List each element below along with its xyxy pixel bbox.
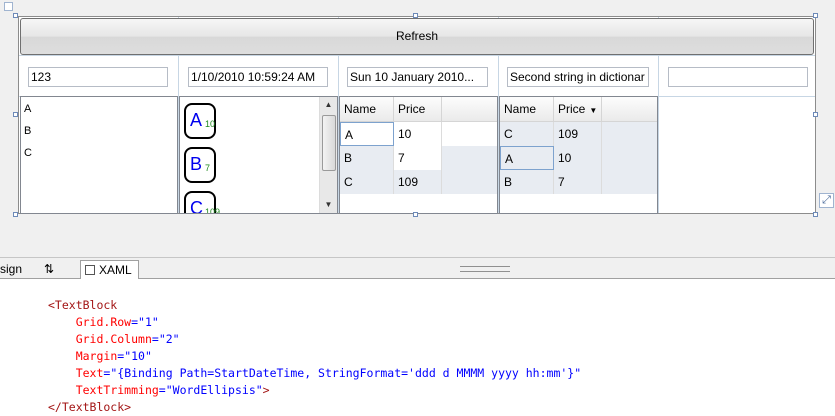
scroll-thumb[interactable] — [322, 115, 336, 171]
table-cell[interactable]: 7 — [394, 146, 442, 170]
table-row[interactable]: A 10 — [340, 122, 497, 146]
code-attr-name: Grid.Column — [75, 332, 152, 346]
textbox-datetime[interactable]: 1/10/2010 10:59:24 AM — [188, 67, 328, 87]
view-tab-bar: sign ⇅ XAML — [0, 257, 835, 279]
column-header-name[interactable]: Name — [500, 97, 554, 121]
column-header-price-label: Price — [558, 102, 586, 116]
table-cell[interactable]: 7 — [554, 170, 602, 194]
resize-handle-icon[interactable] — [813, 13, 818, 18]
resize-handle-icon[interactable] — [13, 212, 18, 217]
list-item[interactable]: B — [24, 125, 31, 137]
table-cell[interactable]: B — [500, 170, 554, 194]
design-surface: Refresh 123 1/10/2010 10:59:24 AM Sun 10… — [0, 0, 835, 257]
resize-handle-icon[interactable] — [13, 13, 18, 18]
tab-design[interactable]: sign — [0, 260, 22, 278]
list-item[interactable]: B 7 — [184, 147, 216, 183]
table-cell[interactable]: B — [340, 146, 394, 170]
textbox-formatted-date[interactable]: Sun 10 January 2010... — [347, 67, 488, 87]
code-attr-value: "1" — [138, 315, 159, 329]
code-attr-value: "{Binding Path=StartDateTime, StringForm… — [110, 366, 582, 380]
sort-descending-icon: ▼ — [589, 106, 598, 115]
card-letter: C — [190, 198, 203, 214]
textbox-number[interactable]: 123 — [28, 67, 168, 87]
list-item[interactable]: A 10 — [184, 103, 216, 139]
table-cell[interactable]: 10 — [554, 146, 602, 170]
refresh-button[interactable]: Refresh — [20, 18, 814, 55]
table-row[interactable]: B 7 — [340, 146, 497, 170]
column-header-price[interactable]: Price — [394, 97, 442, 121]
table-row[interactable]: C 109 — [500, 122, 657, 146]
code-attr-name: Margin — [75, 349, 118, 363]
datagrid-unsorted[interactable]: Name Price A 10 B 7 C 109 — [339, 96, 498, 214]
tab-xaml[interactable]: XAML — [80, 260, 139, 279]
table-cell[interactable]: A — [340, 122, 394, 146]
expand-icon[interactable]: ⤢ — [819, 193, 834, 208]
tab-xaml-label: XAML — [99, 263, 132, 277]
code-attr-name: Grid.Row — [75, 315, 132, 329]
textbox-dictionary-string[interactable]: Second string in dictionar — [507, 67, 649, 87]
move-handle-icon[interactable] — [4, 2, 13, 11]
scroll-up-icon[interactable]: ▲ — [320, 97, 337, 113]
code-attr-value: "WordEllipsis" — [165, 383, 263, 397]
resize-handle-icon[interactable] — [813, 212, 818, 217]
resize-handle-icon[interactable] — [413, 13, 418, 18]
code-close-tag: </TextBlock> — [48, 400, 132, 414]
cards-listbox[interactable]: A 10 B 7 C 109 ▲ ▼ — [179, 96, 338, 214]
table-cell[interactable]: 10 — [394, 122, 442, 146]
code-open-tag: <TextBlock — [48, 298, 118, 312]
code-attr-value: "10" — [124, 349, 152, 363]
datagrid-sorted[interactable]: Name Price ▼ C 109 A 10 B 7 — [499, 96, 658, 214]
code-attr-name: TextTrimming — [75, 383, 159, 397]
column-header-name[interactable]: Name — [340, 97, 394, 121]
datagrid-header: Name Price ▼ — [500, 97, 657, 122]
table-row[interactable]: C 109 — [340, 170, 497, 194]
code-attr-value: "2" — [158, 332, 180, 346]
splitter-grip[interactable] — [460, 266, 510, 272]
list-item[interactable]: A — [24, 103, 31, 115]
letters-listbox[interactable]: A B C — [20, 96, 178, 214]
card-number: 7 — [205, 163, 211, 173]
card-number: 10 — [205, 119, 216, 129]
card-letter: A — [190, 110, 203, 130]
xaml-editor[interactable]: <TextBlock Grid.Row="1" Grid.Column="2" … — [48, 297, 581, 416]
resize-handle-icon[interactable] — [413, 212, 418, 217]
code-attr-name: Text — [75, 366, 104, 380]
column-header-price[interactable]: Price ▼ — [554, 97, 602, 121]
swap-panes-icon[interactable]: ⇅ — [44, 260, 54, 278]
table-cell[interactable]: C — [340, 170, 394, 194]
table-cell[interactable]: 109 — [394, 170, 442, 194]
card-number: 109 — [205, 207, 221, 214]
table-cell[interactable]: 109 — [554, 122, 602, 146]
layout-grid[interactable]: Refresh 123 1/10/2010 10:59:24 AM Sun 10… — [18, 16, 816, 214]
table-cell[interactable]: A — [500, 146, 554, 170]
list-item[interactable]: C — [24, 147, 32, 159]
datagrid-header: Name Price — [340, 97, 497, 122]
list-item[interactable]: C 109 — [184, 191, 220, 214]
resize-handle-icon[interactable] — [813, 112, 818, 117]
resize-handle-icon[interactable] — [13, 112, 18, 117]
table-cell[interactable]: C — [500, 122, 554, 146]
card-letter: B — [190, 154, 203, 174]
vertical-scrollbar[interactable]: ▲ ▼ — [319, 97, 337, 213]
xaml-icon — [85, 265, 95, 275]
table-row[interactable]: A 10 — [500, 146, 657, 170]
table-row[interactable]: B 7 — [500, 170, 657, 194]
scroll-down-icon[interactable]: ▼ — [320, 197, 337, 213]
textbox-empty[interactable] — [668, 67, 808, 87]
